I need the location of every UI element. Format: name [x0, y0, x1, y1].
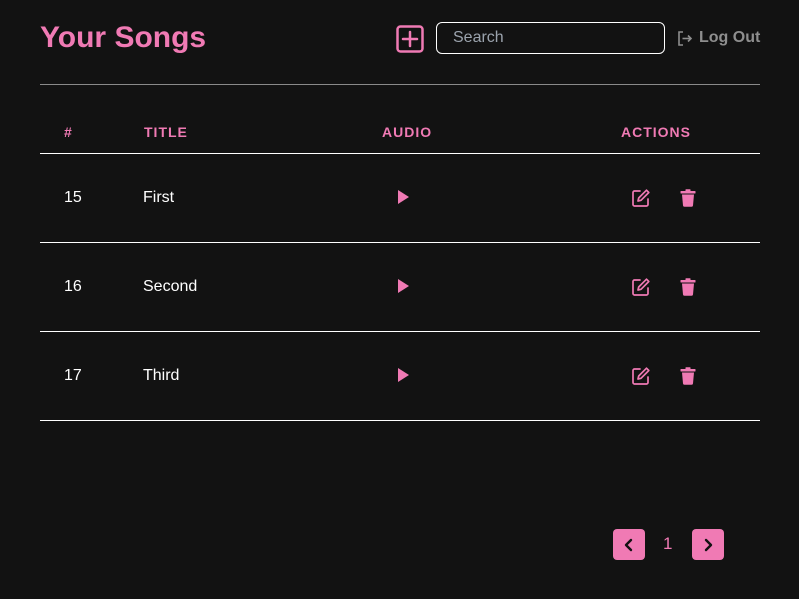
table-row: 16 Second [40, 243, 760, 332]
play-icon[interactable] [396, 278, 410, 294]
play-icon[interactable] [396, 367, 410, 383]
page-title: Your Songs [40, 21, 207, 54]
logout-label: Log Out [699, 29, 761, 46]
chevron-right-icon [704, 538, 713, 551]
song-number: 17 [64, 367, 82, 384]
search-input[interactable] [436, 22, 665, 54]
app-window: Your Songs Log Out # TITLE AUDIO ACTIONS… [0, 0, 799, 599]
edit-icon[interactable] [631, 188, 651, 208]
logout-icon [678, 30, 693, 46]
column-header-title: TITLE [144, 124, 188, 140]
current-page-number: 1 [663, 534, 673, 553]
song-number: 15 [64, 189, 82, 206]
song-title: Second [143, 278, 198, 295]
play-icon[interactable] [396, 189, 410, 205]
previous-page-button[interactable] [613, 529, 645, 560]
song-title: Third [143, 367, 180, 384]
logout-button[interactable]: Log Out [676, 27, 760, 49]
column-header-audio: AUDIO [382, 124, 433, 140]
song-number: 16 [64, 278, 82, 295]
chevron-left-icon [624, 538, 633, 551]
add-song-button[interactable] [396, 25, 424, 53]
header-divider [40, 84, 760, 85]
plus-square-icon [396, 25, 424, 53]
next-page-button[interactable] [692, 529, 724, 560]
column-header-number: # [64, 124, 73, 140]
table-row: 17 Third [40, 332, 760, 421]
trash-icon[interactable] [680, 278, 696, 296]
trash-icon[interactable] [680, 189, 696, 207]
edit-icon[interactable] [631, 277, 651, 297]
table-row: 15 First [40, 154, 760, 243]
trash-icon[interactable] [680, 367, 696, 385]
song-title: First [143, 189, 175, 206]
column-header-actions: ACTIONS [621, 124, 691, 140]
edit-icon[interactable] [631, 366, 651, 386]
